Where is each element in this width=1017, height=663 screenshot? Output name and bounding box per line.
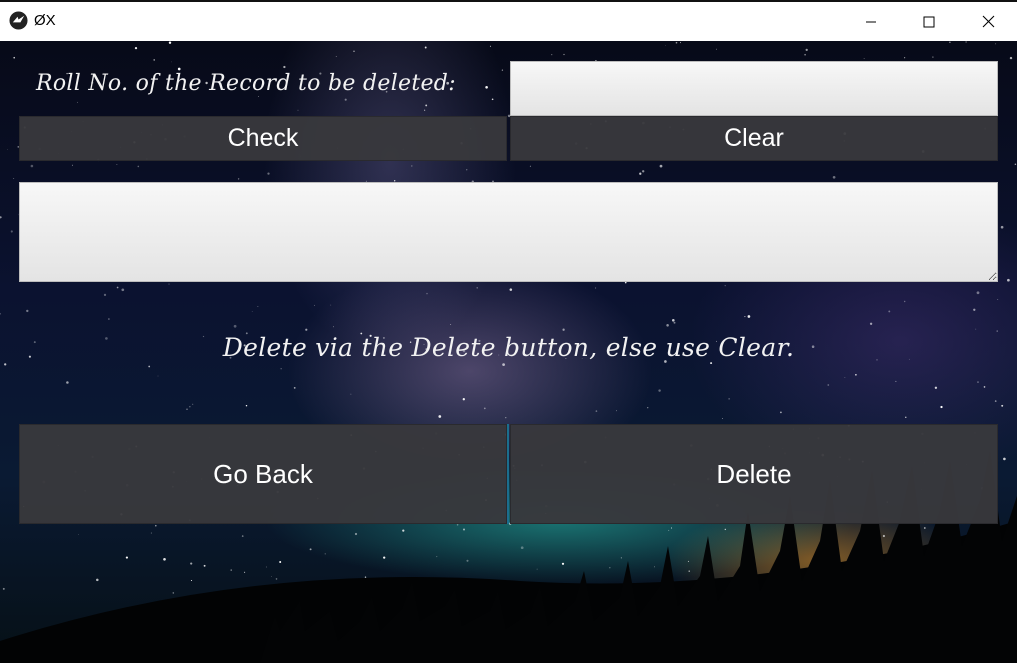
app-window: ØX Roll No. of the Record to be deleted: <box>0 0 1017 663</box>
go-back-button[interactable]: Go Back <box>19 424 507 524</box>
close-icon <box>982 15 994 28</box>
clear-button[interactable]: Clear <box>510 116 998 161</box>
roll-number-label: Roll No. of the Record to be deleted: <box>36 71 456 96</box>
delete-button[interactable]: Delete <box>510 424 998 524</box>
close-button[interactable] <box>959 2 1017 41</box>
check-button[interactable]: Check <box>19 116 507 161</box>
title-bar[interactable]: ØX <box>0 0 1017 41</box>
roll-number-input[interactable] <box>510 61 998 116</box>
button-divider <box>507 424 509 524</box>
instruction-text: Delete via the Delete button, else use C… <box>222 333 795 362</box>
record-output-box[interactable] <box>19 182 998 282</box>
maximize-button[interactable] <box>900 2 958 41</box>
maximize-icon <box>923 16 935 27</box>
window-title: ØX <box>34 12 56 29</box>
minimize-button[interactable] <box>842 2 900 41</box>
minimize-icon <box>866 21 876 22</box>
app-content: Roll No. of the Record to be deleted: Ch… <box>0 41 1017 663</box>
kivy-app-icon <box>9 11 28 30</box>
